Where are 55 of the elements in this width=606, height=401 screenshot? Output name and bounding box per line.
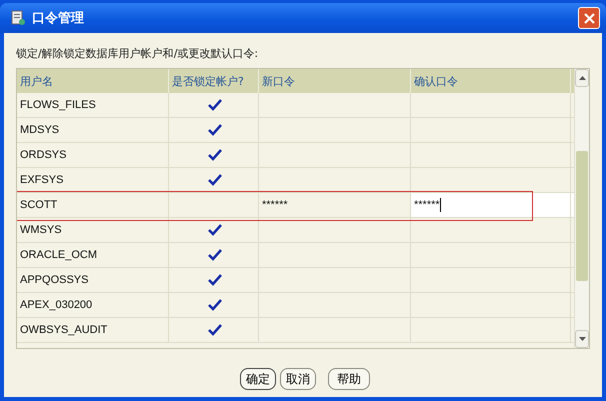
- table-cell: MDSYS: [17, 118, 169, 143]
- table-cell[interactable]: [259, 143, 411, 168]
- up-arrow-icon: [578, 76, 586, 80]
- table-cell[interactable]: [411, 143, 571, 168]
- table-cell: WMSYS: [17, 218, 169, 243]
- table-cell[interactable]: [259, 218, 411, 243]
- column-header[interactable]: 新口令: [259, 69, 411, 93]
- table-cell[interactable]: [259, 318, 411, 343]
- down-arrow-icon: [578, 337, 586, 341]
- vertical-scrollbar[interactable]: [574, 69, 589, 348]
- table-cell[interactable]: [259, 293, 411, 318]
- table-cell: APEX_030200: [17, 293, 169, 318]
- table-cell[interactable]: [259, 118, 411, 143]
- scroll-thumb[interactable]: [576, 151, 588, 281]
- window-title: 口令管理: [32, 10, 85, 27]
- table-cell[interactable]: [411, 218, 571, 243]
- table-cell[interactable]: [259, 168, 411, 193]
- table-cell[interactable]: [259, 268, 411, 293]
- dialog-button[interactable]: 确定: [240, 368, 276, 390]
- table-cell: SCOTT: [17, 193, 169, 218]
- table-cell: OWBSYS_AUDIT: [17, 318, 169, 343]
- column-header[interactable]: 用户名: [17, 69, 169, 93]
- checkmark-icon[interactable]: [208, 299, 222, 311]
- checkmark-icon[interactable]: [208, 124, 222, 136]
- table-cell[interactable]: [411, 318, 571, 343]
- column-header[interactable]: 是否锁定帐户?: [169, 69, 259, 93]
- password-input-field[interactable]: ******: [411, 193, 571, 218]
- checkmark-icon[interactable]: [208, 324, 222, 336]
- checkmark-icon[interactable]: [208, 224, 222, 236]
- dialog-button[interactable]: 取消: [280, 368, 316, 390]
- scroll-down-button[interactable]: [575, 330, 589, 348]
- close-button[interactable]: [578, 7, 600, 29]
- checkmark-icon[interactable]: [208, 249, 222, 261]
- table-cell[interactable]: [411, 268, 571, 293]
- table-cell: APPQOSSYS: [17, 268, 169, 293]
- checkmark-icon[interactable]: [208, 174, 222, 186]
- column-header[interactable]: 确认口令: [411, 69, 571, 93]
- instruction-text: 锁定/解除锁定数据库用户帐户和/或更改默认口令:: [16, 46, 260, 61]
- table-cell[interactable]: [411, 243, 571, 268]
- checkmark-icon[interactable]: [208, 149, 222, 161]
- checkmark-icon[interactable]: [208, 274, 222, 286]
- checkmark-icon[interactable]: [208, 99, 222, 111]
- table-cell: ORDSYS: [17, 143, 169, 168]
- table-cell: EXFSYS: [17, 168, 169, 193]
- close-icon: [584, 12, 594, 24]
- table-cell[interactable]: [411, 118, 571, 143]
- table-cell: ORACLE_OCM: [17, 243, 169, 268]
- scroll-up-button[interactable]: [575, 69, 589, 87]
- table-cell[interactable]: [411, 93, 571, 118]
- app-icon: [10, 10, 26, 26]
- dialog-button[interactable]: 帮助: [328, 368, 370, 390]
- table-cell: FLOWS_FILES: [17, 93, 169, 118]
- table-cell[interactable]: [411, 293, 571, 318]
- table-cell[interactable]: [259, 93, 411, 118]
- table-cell[interactable]: [259, 243, 411, 268]
